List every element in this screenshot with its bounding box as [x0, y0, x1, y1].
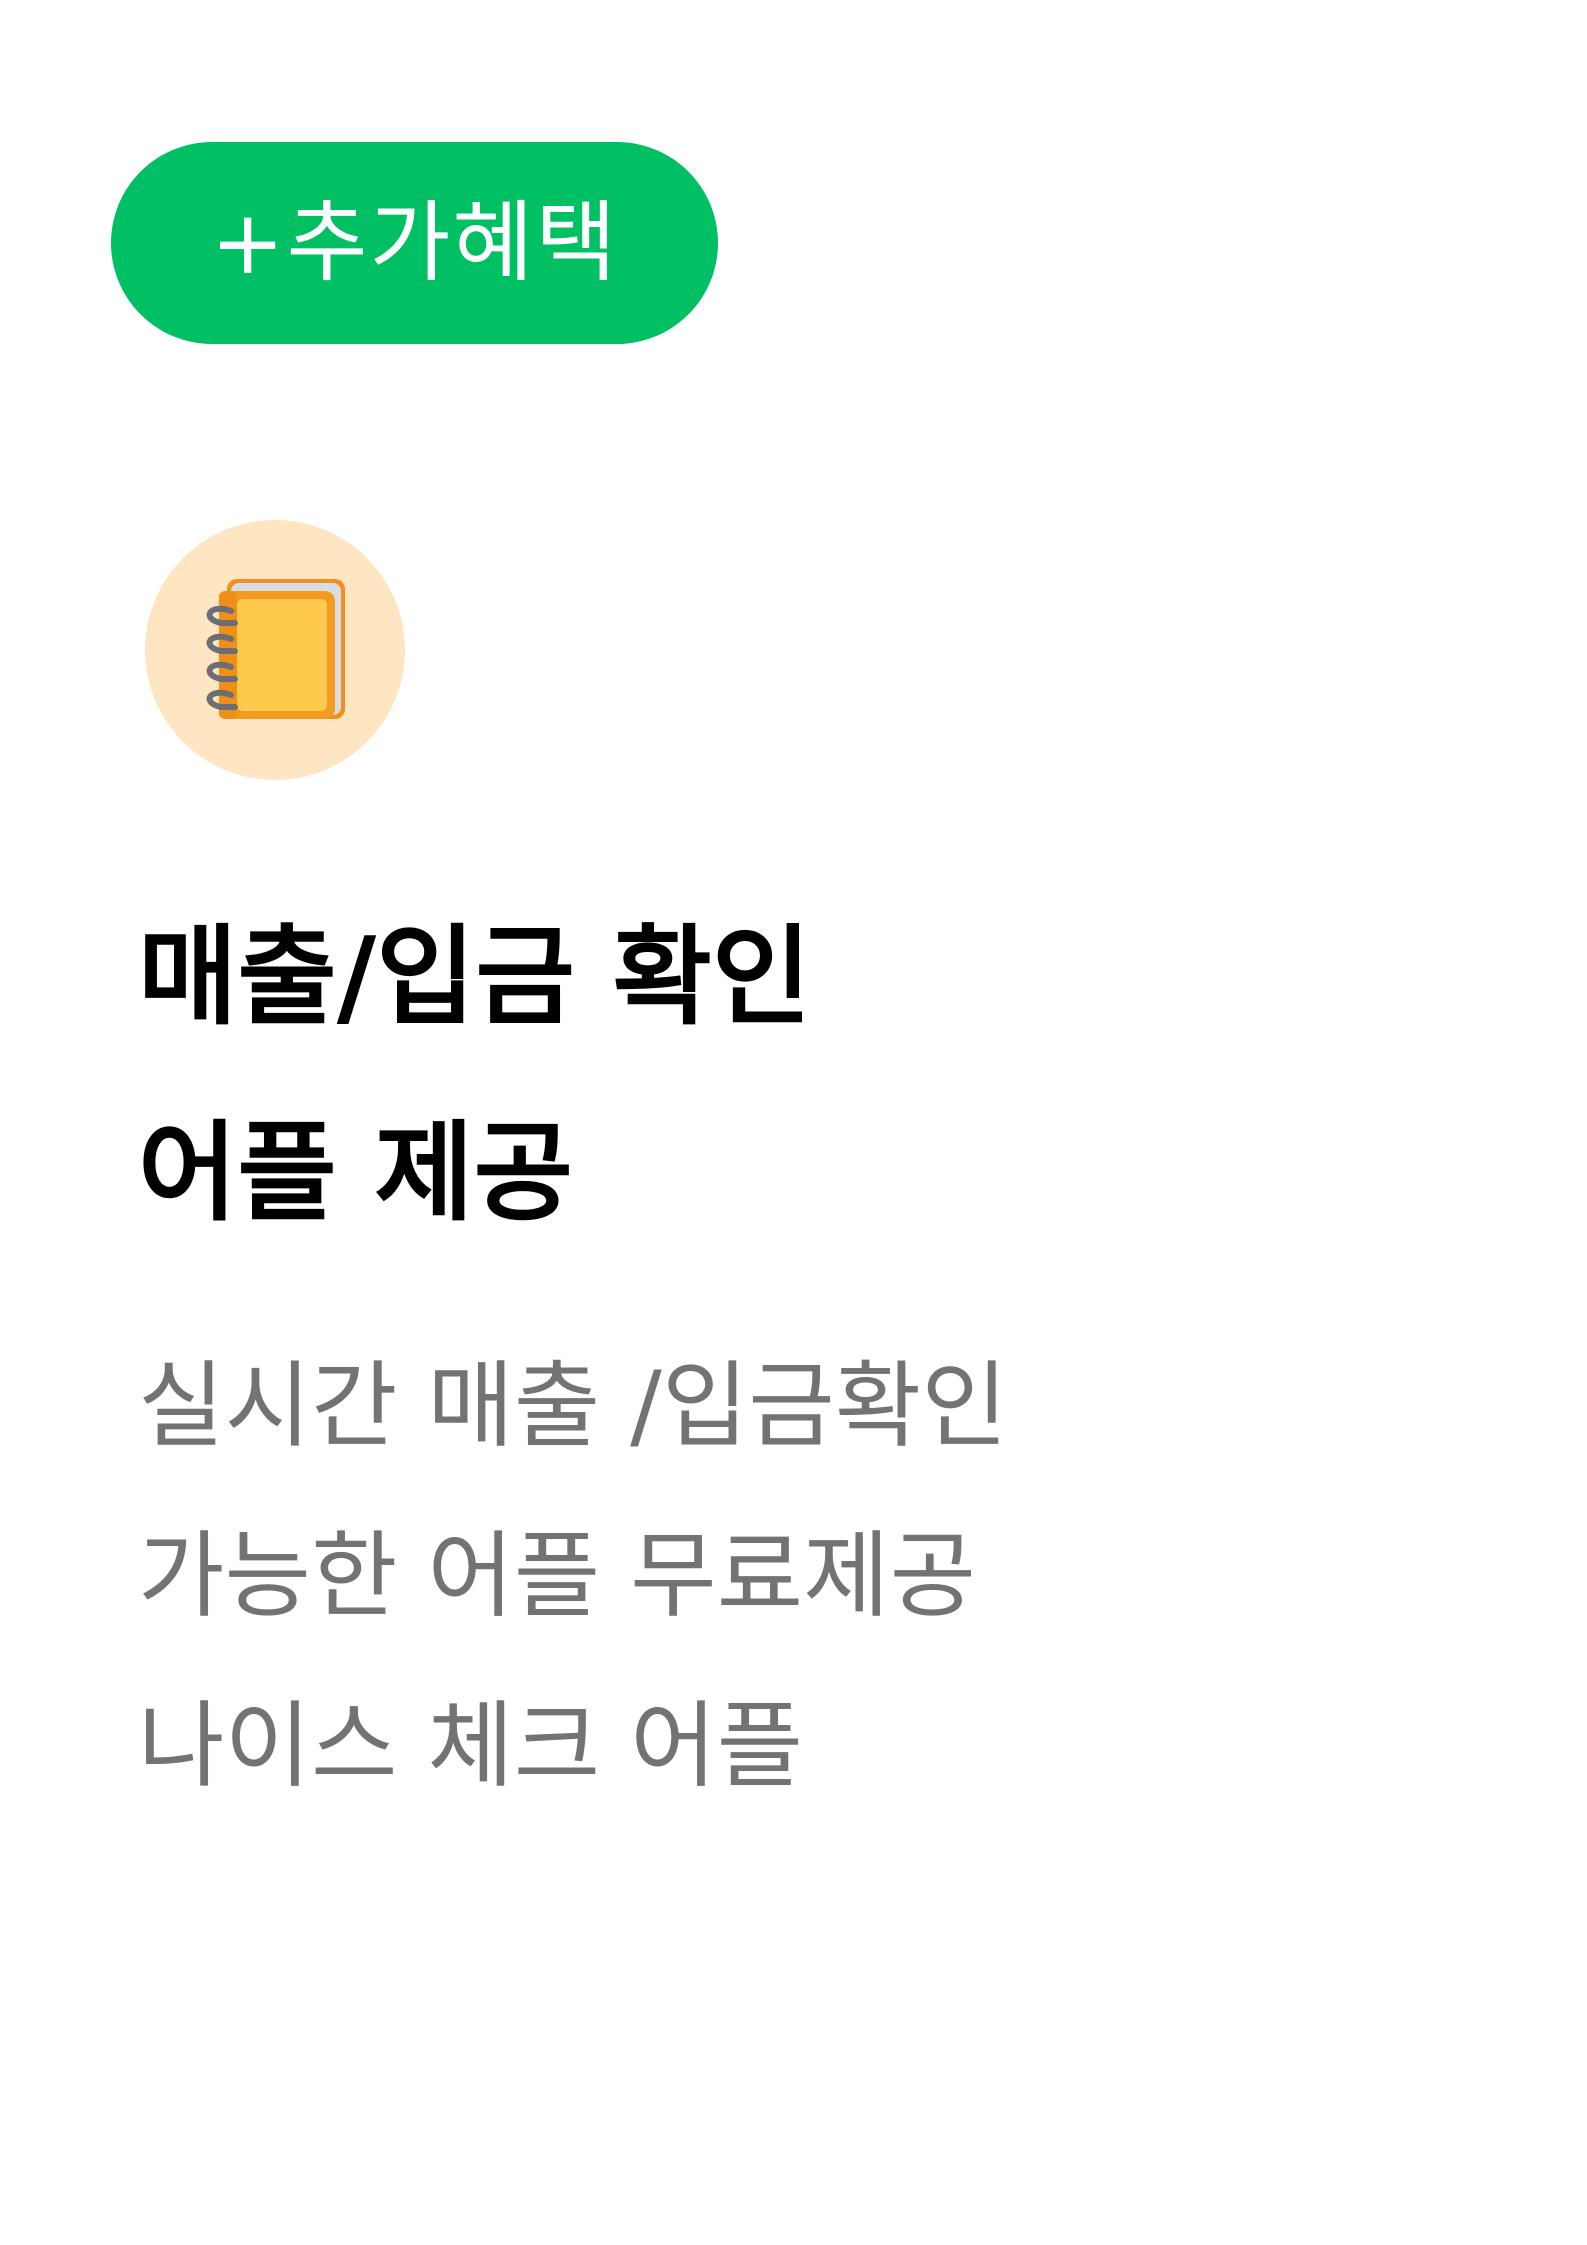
headline-line-2: 어플 제공	[138, 1111, 574, 1236]
benefit-badge: +추가혜택	[111, 142, 718, 344]
headline: 매출/입금 확인 어플 제공	[138, 880, 811, 1272]
description-line-1: 실시간 매출 /입금확인	[138, 1352, 1008, 1461]
notebook-icon-circle	[145, 520, 405, 780]
description: 실시간 매출 /입금확인 가능한 어플 무료제공 나이스 체크 어플	[138, 1322, 1008, 1832]
headline-line-1: 매출/입금 확인	[138, 915, 812, 1040]
description-line-3: 나이스 체크 어플	[138, 1692, 804, 1801]
notebook-icon	[206, 579, 345, 719]
benefit-badge-label: +추가혜택	[210, 191, 619, 294]
description-line-2: 가능한 어플 무료제공	[138, 1522, 977, 1631]
